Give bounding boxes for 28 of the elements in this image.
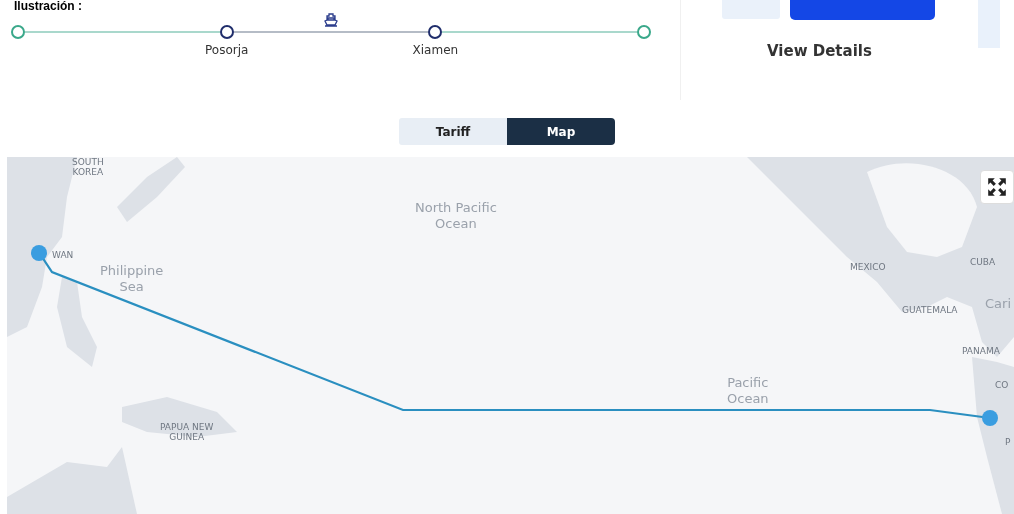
country-label: MEXICO	[850, 262, 886, 272]
expand-icon	[986, 176, 1008, 198]
fullscreen-button[interactable]	[980, 170, 1014, 204]
country-label: PANAMA	[962, 346, 1000, 356]
port-name: Xiamen	[412, 43, 459, 57]
route-stop-icon	[11, 25, 25, 39]
book-button[interactable]	[790, 0, 935, 20]
country-label: WAN	[52, 250, 74, 260]
country-label: SOUTH KOREA	[72, 157, 104, 177]
route-stop-icon	[428, 25, 443, 39]
figure-caption: Ilustración :	[14, 0, 83, 13]
country-label: GUATEMALA	[902, 305, 958, 315]
port-name: Posorja	[205, 43, 249, 57]
route-stop-icon	[637, 25, 651, 39]
route-stop-icon	[219, 25, 234, 39]
view-tab[interactable]: Map	[507, 118, 615, 145]
route-map[interactable]: SOUTH KOREA North Pacific Ocean WAN Philippine Sea MEXICO CUBA GUATEMALA Cari PANAMA Pacific Ocean CO PAPUA NEW GUINEA P	[7, 157, 1014, 514]
country-label: CO	[995, 380, 1009, 390]
sea-label: North Pacific Ocean	[415, 200, 497, 232]
sea-label: Cari	[985, 296, 1011, 312]
sea-label: Philippine Sea	[100, 263, 164, 295]
sea-label: Pacific Ocean	[727, 375, 769, 407]
country-label: CUBA	[970, 257, 996, 267]
view-details-button[interactable]: View Details	[767, 42, 872, 60]
view-tab[interactable]: Tariff	[399, 118, 507, 145]
country-label: P	[1005, 437, 1011, 447]
country-label: PAPUA NEW GUINEA	[160, 422, 214, 442]
ship-icon	[324, 13, 338, 27]
